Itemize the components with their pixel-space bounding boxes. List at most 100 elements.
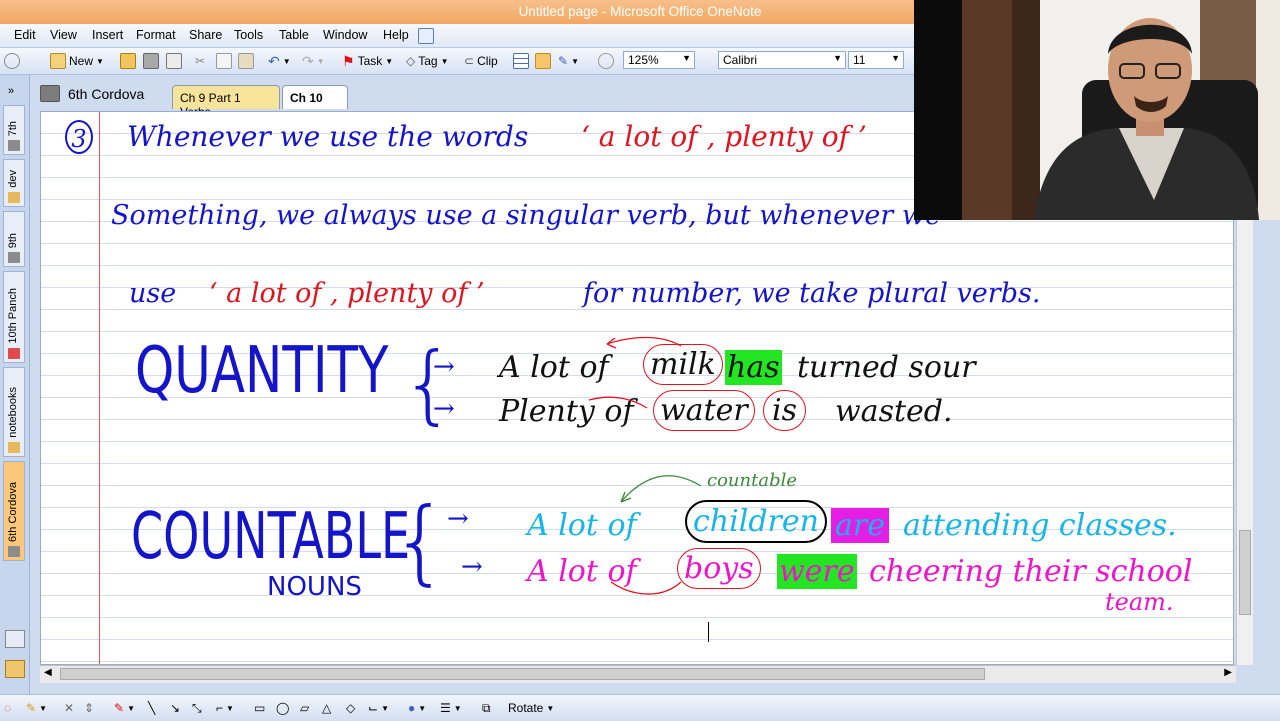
tab-label: Ch 10 (290, 91, 323, 105)
table-button[interactable] (513, 53, 529, 69)
menu-share[interactable]: Share (189, 28, 222, 42)
delete-button[interactable]: ✕ (64, 700, 74, 716)
ellipse-icon: ◯ (276, 701, 290, 715)
menu-format[interactable]: Format (136, 28, 176, 42)
pen-icon: ✎ (114, 701, 125, 715)
menu-window[interactable]: Window (323, 28, 367, 42)
menu-view[interactable]: View (50, 28, 77, 42)
sidebar-notebook-notebooks[interactable]: notebooks (3, 367, 25, 457)
thickness-button[interactable]: ☰ ▼ (440, 700, 462, 716)
axis-tool-button[interactable]: ⌐ ▼ (216, 700, 234, 716)
sidebar-notebook-6th-cordova[interactable]: 6th Cordova (3, 461, 25, 561)
undo-icon: ↶ (268, 52, 280, 69)
new-button[interactable]: New ▼ (50, 53, 104, 69)
eraser-button[interactable]: ✎ ▼ (26, 700, 47, 716)
flag-icon: ⚑ (342, 52, 355, 69)
clip-label: Clip (477, 54, 498, 68)
color-button[interactable]: ● ▼ (408, 700, 426, 716)
ink-arrow-water (588, 396, 648, 409)
horizontal-scroll-thumb[interactable] (60, 668, 985, 680)
text-cursor (708, 622, 709, 642)
all-notebooks-icon[interactable] (5, 630, 25, 648)
zoom-select[interactable]: 125% ▼ (623, 51, 695, 69)
help-icon[interactable] (418, 28, 434, 44)
pen-button[interactable]: ✎ ▼ (558, 53, 579, 69)
pen-color-button[interactable]: ✎ ▼ (114, 700, 135, 716)
rectangle-tool-button[interactable]: ▭ (254, 700, 265, 716)
sidebar-notebook-label: 6th Cordova (7, 482, 19, 542)
copy-icon (216, 53, 232, 69)
sidebar-notebook-9th[interactable]: 9th (3, 211, 25, 267)
ink-arrow-boys (610, 581, 682, 595)
arrange-icon: ⧉ (482, 700, 491, 715)
ellipse-tool-button[interactable]: ◯ (276, 700, 289, 716)
print-button[interactable] (143, 53, 159, 69)
diamond-icon: ◇ (346, 701, 356, 715)
back-button[interactable] (4, 53, 20, 69)
font-size-select[interactable]: 11 ▼ (848, 51, 904, 69)
color-icon: ● (408, 701, 416, 715)
triangle-icon: △ (322, 701, 332, 715)
ink-arrow-countable (620, 475, 702, 503)
presenter-video (962, 0, 1280, 220)
space-button[interactable]: ⇕ (84, 700, 94, 716)
diamond-tool-button[interactable]: ◇ (346, 700, 355, 716)
triangle-tool-button[interactable]: △ (322, 700, 331, 716)
tab-ch9-part1-verbs[interactable]: Ch 9 Part 1 Verbs (172, 85, 280, 119)
lasso-button[interactable]: ◌ (4, 700, 11, 716)
shapes-icon: ⌙ (368, 701, 379, 715)
vertical-scroll-thumb[interactable] (1239, 530, 1251, 615)
curtain-left (962, 0, 1012, 220)
tag-button[interactable]: ◇ Tag ▼ (406, 53, 449, 69)
sidebar-notebook-label: notebooks (7, 387, 19, 438)
undo-button[interactable]: ↶ ▼ (268, 53, 291, 69)
arrange-button[interactable]: ⧉ (482, 700, 491, 716)
cut-button[interactable]: ✂ (195, 53, 205, 69)
task-label: Task (357, 54, 383, 68)
curtain-fold (1012, 0, 1040, 220)
menu-table[interactable]: Table (279, 28, 309, 42)
font-name-select[interactable]: Calibri ▼ (718, 51, 846, 69)
paste-button[interactable] (238, 53, 254, 69)
double-arrow-icon: ⤡ (192, 700, 202, 715)
parallelogram-tool-button[interactable]: ▱ (300, 700, 309, 716)
scroll-left-icon[interactable]: ◀ (44, 667, 52, 678)
drawing-toolbar: ◌ ✎ ▼ ✕ ⇕ ✎ ▼ ╲ ↘ ⤡ ⌐ ▼ ▭ ◯ ▱ △ ◇ ⌙ ▼ ● ▼ ☰ ▼ … (0, 694, 1280, 721)
unfiled-notes-icon[interactable] (5, 660, 25, 678)
menu-edit[interactable]: Edit (14, 28, 36, 42)
print-icon (143, 53, 159, 69)
back-icon (4, 53, 20, 69)
menu-tools[interactable]: Tools (234, 28, 263, 42)
print-preview-button[interactable] (166, 53, 182, 69)
sidebar-notebook-7th[interactable]: 7th (3, 105, 25, 155)
close-icon: ✕ (64, 701, 75, 715)
notebook-header[interactable]: 6th Cordova (40, 85, 144, 102)
table-icon (513, 53, 529, 69)
task-button[interactable]: ⚑ Task ▼ (342, 53, 393, 69)
open-button[interactable] (120, 53, 136, 69)
copy-button[interactable] (216, 53, 232, 69)
double-arrow-tool-button[interactable]: ⤡ (192, 700, 202, 716)
menu-help[interactable]: Help (383, 28, 409, 42)
tag-icon: ◇ (406, 54, 416, 68)
sidebar-notebook-dev[interactable]: dev (3, 159, 25, 207)
research-button[interactable] (598, 53, 614, 69)
scroll-right-icon[interactable]: ▶ (1224, 667, 1232, 678)
vertical-scrollbar[interactable] (1236, 220, 1253, 665)
rectangle-icon: ▭ (254, 701, 266, 715)
clip-button[interactable]: ⊂ Clip (464, 53, 498, 69)
redo-button[interactable]: ↷ ▼ (302, 53, 325, 69)
tab-ch10[interactable]: Ch 10 (282, 85, 348, 109)
menu-insert[interactable]: Insert (92, 28, 123, 42)
sidebar-notebook-10th-panch[interactable]: 10th Panch (3, 271, 25, 363)
arrow-icon: ↘ (170, 701, 181, 715)
sidebar-notebook-label: 10th Panch (7, 288, 19, 344)
arrow-tool-button[interactable]: ↘ (170, 700, 180, 716)
line-tool-button[interactable]: ╲ (148, 700, 155, 716)
shapes-menu-button[interactable]: ⌙ ▼ (368, 700, 389, 716)
expand-nav-icon[interactable]: » (8, 85, 14, 97)
pen-mode-button[interactable] (535, 53, 551, 69)
rotate-button[interactable]: Rotate ▼ (508, 700, 554, 716)
notebook-icon (8, 348, 20, 359)
horizontal-scrollbar[interactable]: ◀ ▶ (40, 665, 1236, 683)
